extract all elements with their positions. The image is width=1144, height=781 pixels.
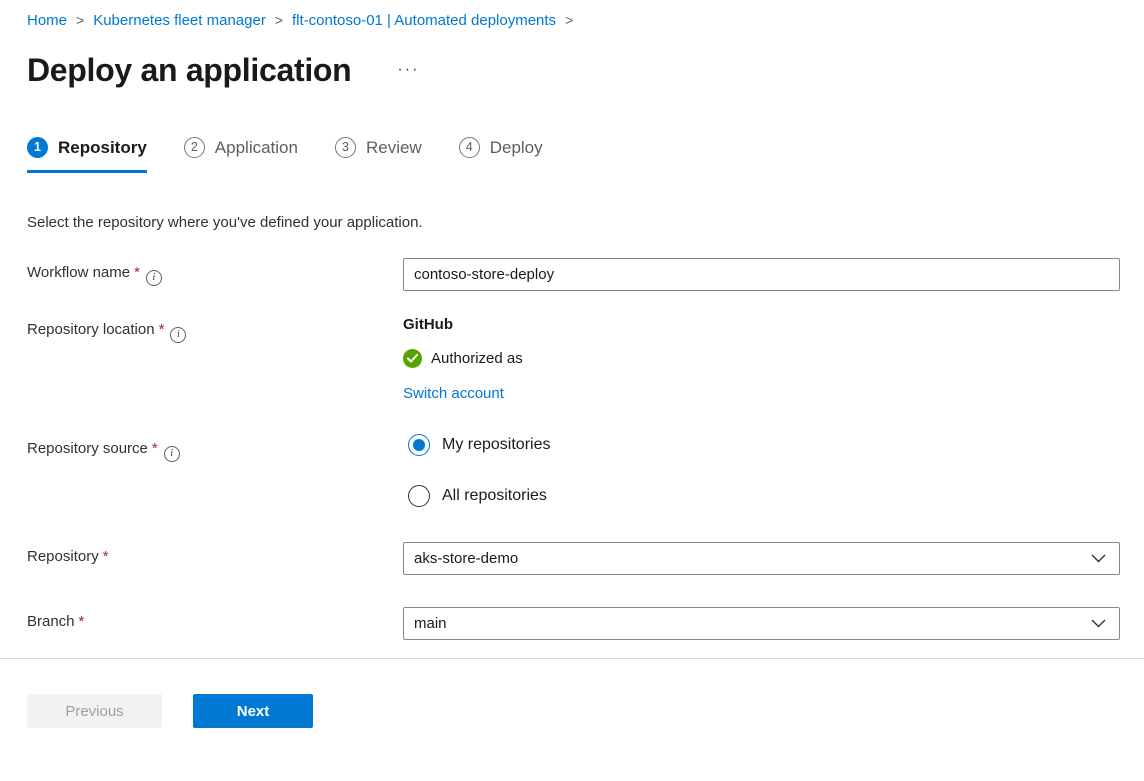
authorized-status: Authorized as [403, 349, 1120, 368]
radio-selected-icon [408, 434, 430, 456]
step-description: Select the repository where you've defin… [27, 214, 1120, 231]
workflow-name-row: Workflow name* i [27, 258, 1120, 291]
branch-row: Branch* main [27, 607, 1120, 640]
breadcrumb: Home > Kubernetes fleet manager > flt-contos… [27, 10, 1120, 31]
tab-review[interactable]: 3 Review [335, 137, 422, 173]
tab-deploy[interactable]: 4 Deploy [459, 137, 543, 173]
info-icon[interactable]: i [164, 446, 180, 462]
repository-dropdown[interactable]: aks-store-demo [403, 542, 1120, 575]
breadcrumb-separator-icon: > [275, 12, 283, 28]
deploy-application-page: Home > Kubernetes fleet manager > flt-contos… [0, 0, 1144, 640]
tab-label: Application [215, 138, 298, 158]
repository-field: aks-store-demo [403, 542, 1120, 575]
label-text: Workflow name [27, 264, 130, 281]
repository-row: Repository* aks-store-demo [27, 542, 1120, 575]
branch-field: main [403, 607, 1120, 640]
footer-actions: Previous Next [0, 659, 1144, 728]
radio-label: My repositories [442, 436, 550, 454]
step-number-badge: 1 [27, 137, 48, 158]
required-asterisk: * [134, 264, 140, 281]
label-text: Branch [27, 613, 75, 630]
breadcrumb-home[interactable]: Home [27, 12, 67, 29]
label-text: Repository source [27, 440, 148, 457]
repository-location-label: Repository location* i [27, 315, 403, 343]
breadcrumb-fleet-manager[interactable]: Kubernetes fleet manager [93, 12, 266, 29]
radio-all-repositories[interactable]: All repositories [408, 485, 1120, 507]
breadcrumb-separator-icon: > [565, 12, 573, 28]
breadcrumb-separator-icon: > [76, 12, 84, 28]
step-number-badge: 2 [184, 137, 205, 158]
label-text: Repository [27, 548, 99, 565]
radio-my-repositories[interactable]: My repositories [408, 434, 1120, 456]
required-asterisk: * [159, 321, 165, 338]
branch-label: Branch* [27, 607, 403, 630]
required-asterisk: * [79, 613, 85, 630]
wizard-tabs: 1 Repository 2 Application 3 Review 4 De… [27, 137, 1120, 173]
repository-source-label: Repository source* i [27, 434, 403, 462]
tab-application[interactable]: 2 Application [184, 137, 298, 173]
tab-repository[interactable]: 1 Repository [27, 137, 147, 173]
chevron-down-icon [1091, 619, 1106, 628]
repository-location-row: Repository location* i GitHub Authorized … [27, 315, 1120, 403]
provider-name: GitHub [403, 315, 1120, 335]
breadcrumb-automated-deployments[interactable]: flt-contoso-01 | Automated deployments [292, 12, 556, 29]
info-icon[interactable]: i [146, 270, 162, 286]
tab-label: Deploy [490, 138, 543, 158]
previous-button[interactable]: Previous [27, 694, 162, 728]
repository-location-field: GitHub Authorized as Switch account [403, 315, 1120, 403]
switch-account-link[interactable]: Switch account [403, 385, 504, 402]
branch-dropdown[interactable]: main [403, 607, 1120, 640]
tab-label: Review [366, 138, 422, 158]
page-title: Deploy an application [27, 49, 351, 91]
radio-label: All repositories [442, 487, 547, 505]
required-asterisk: * [103, 548, 109, 565]
info-icon[interactable]: i [170, 327, 186, 343]
dropdown-value: main [414, 615, 447, 632]
step-number-badge: 4 [459, 137, 480, 158]
required-asterisk: * [152, 440, 158, 457]
label-text: Repository location [27, 321, 155, 338]
repository-source-row: Repository source* i My repositories All … [27, 434, 1120, 507]
authorized-text: Authorized as [431, 350, 523, 367]
workflow-name-input[interactable] [403, 258, 1120, 291]
workflow-name-label: Workflow name* i [27, 258, 403, 286]
success-check-icon [403, 349, 422, 368]
repository-label: Repository* [27, 542, 403, 565]
radio-unselected-icon [408, 485, 430, 507]
dropdown-value: aks-store-demo [414, 550, 518, 567]
title-row: Deploy an application ··· [27, 49, 1120, 91]
more-options-icon[interactable]: ··· [393, 60, 423, 80]
tab-label: Repository [58, 138, 147, 158]
step-number-badge: 3 [335, 137, 356, 158]
workflow-name-field [403, 258, 1120, 291]
chevron-down-icon [1091, 554, 1106, 563]
repository-source-field: My repositories All repositories [403, 434, 1120, 507]
next-button[interactable]: Next [193, 694, 313, 728]
